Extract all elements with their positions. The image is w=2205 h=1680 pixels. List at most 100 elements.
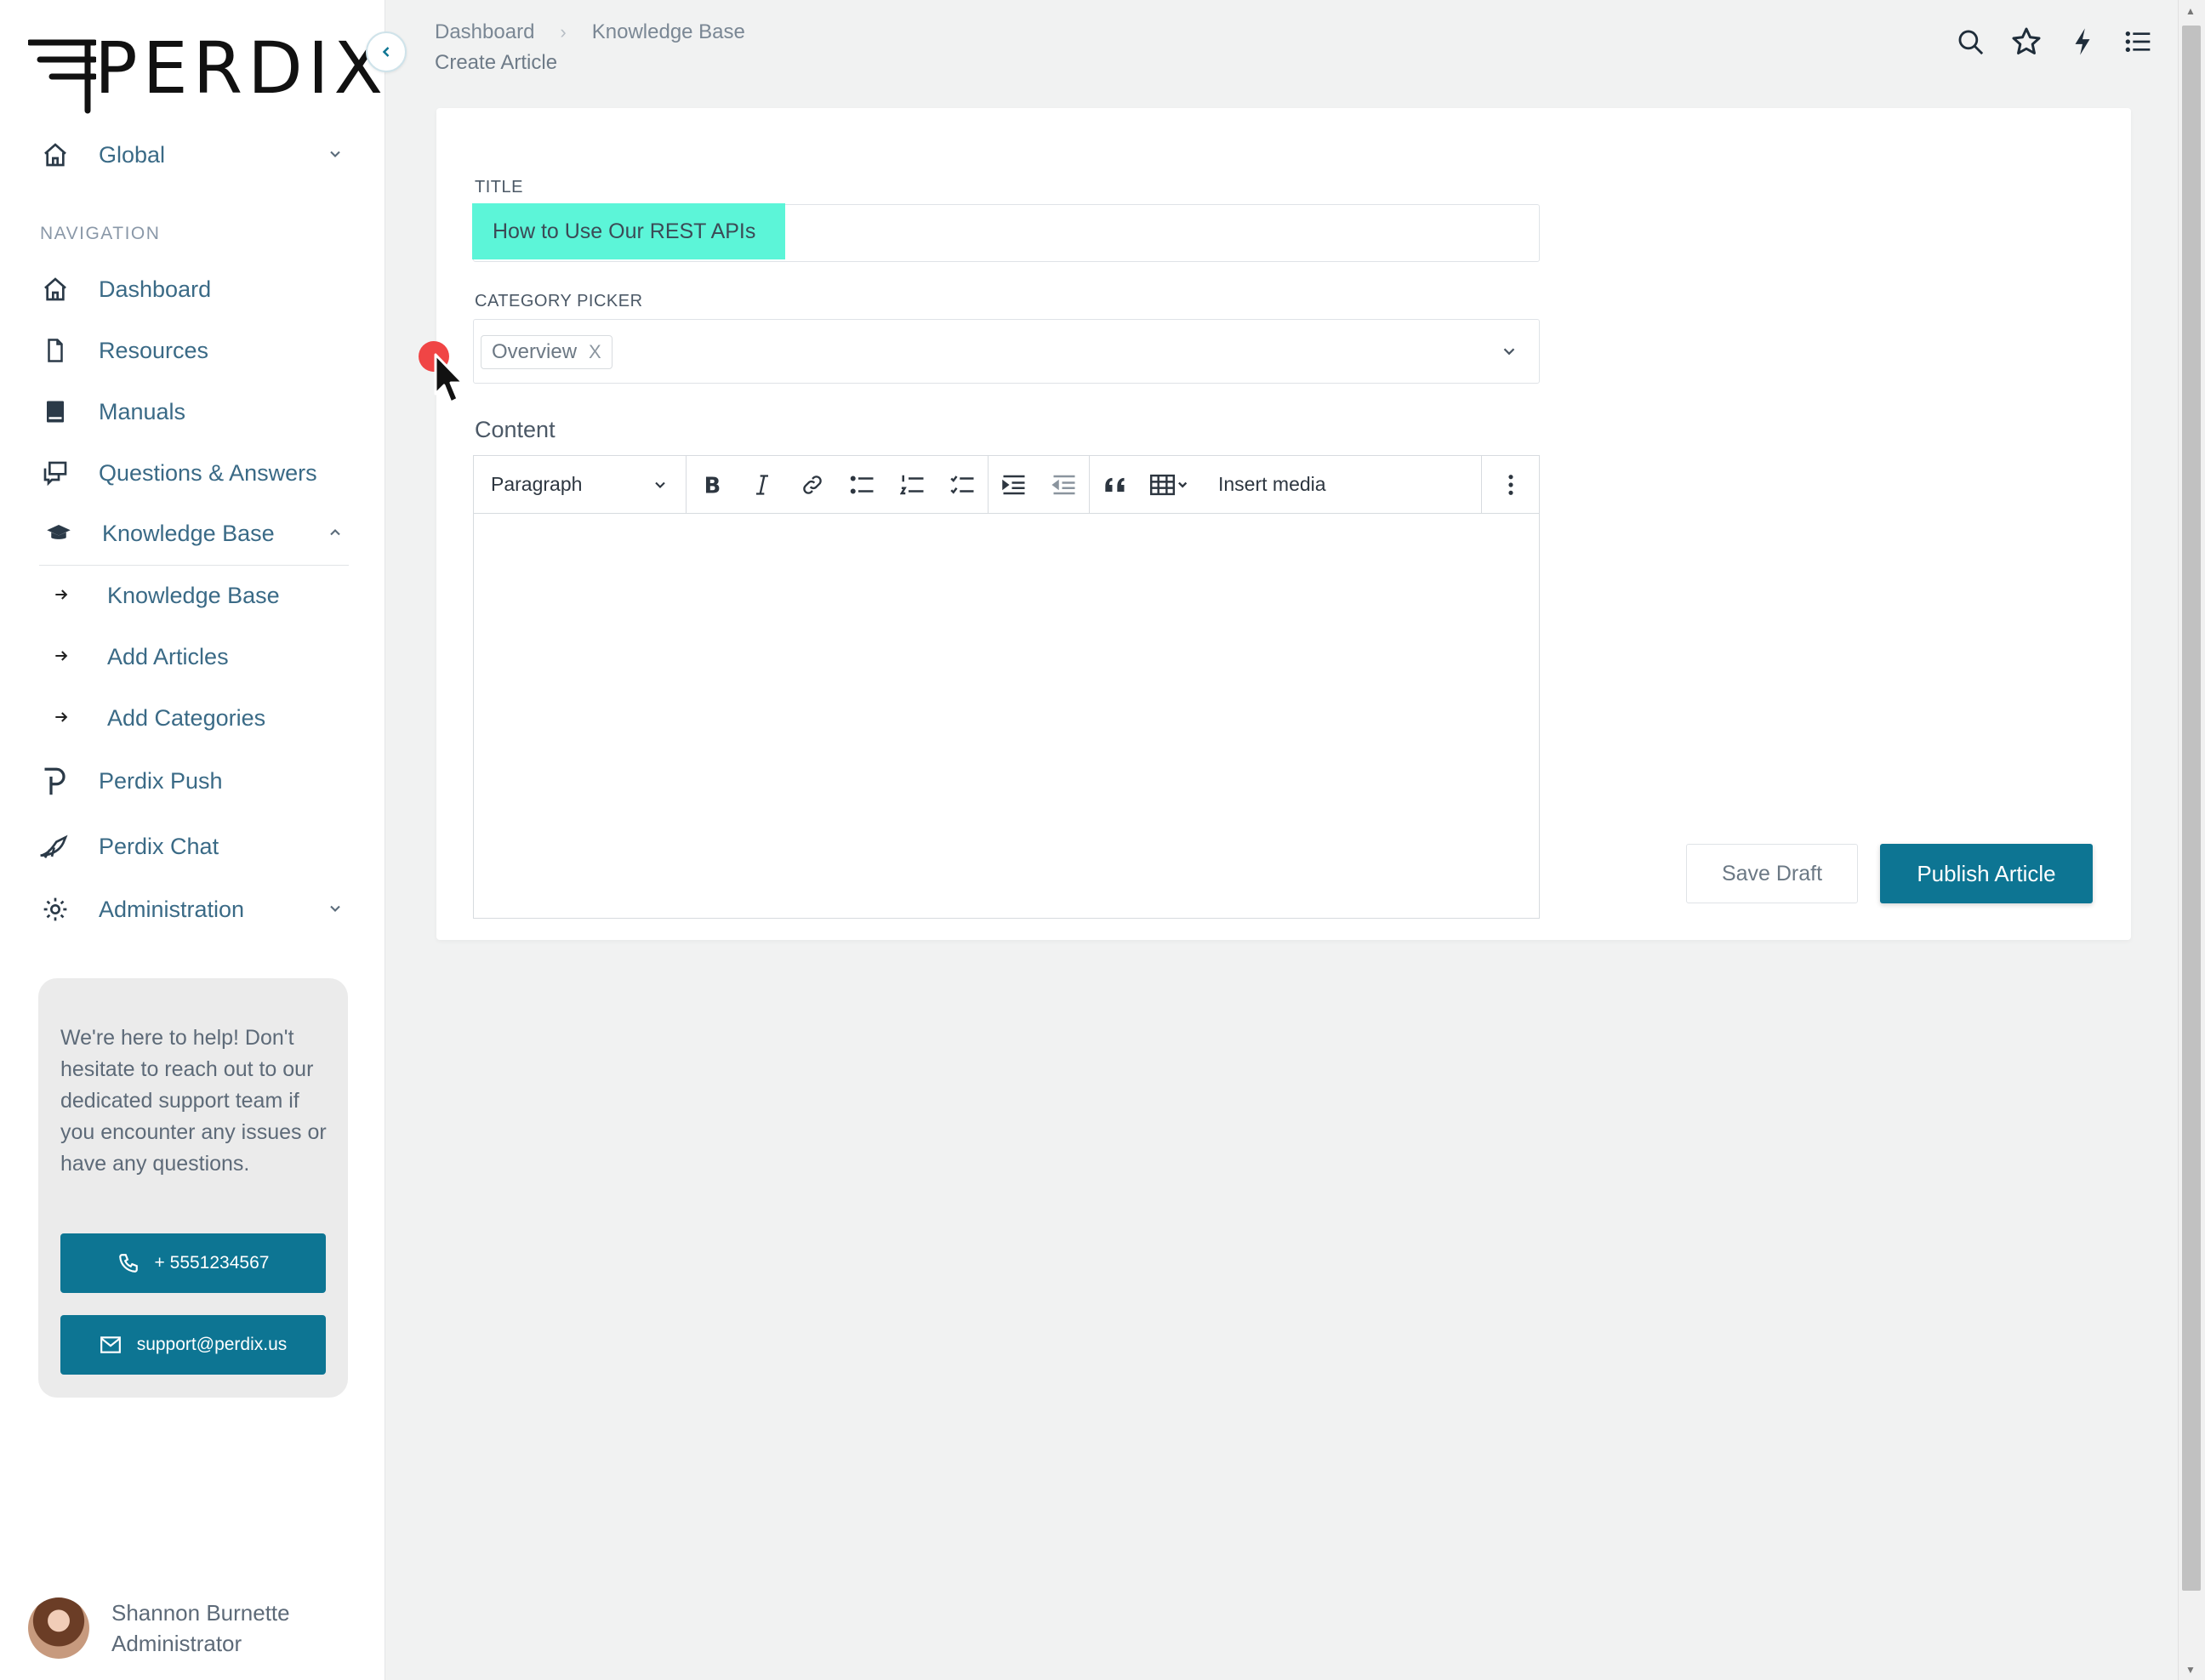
category-chip: Overview X <box>481 335 612 369</box>
sidebar-item-questions-answers[interactable]: Questions & Answers <box>37 452 317 494</box>
phone-button[interactable]: + 5551234567 <box>60 1233 326 1293</box>
global-selector[interactable]: Global <box>37 134 340 176</box>
book-icon <box>37 394 73 430</box>
sidebar-item-knowledge-base[interactable]: Knowledge Base <box>37 512 340 555</box>
title-value-selected[interactable]: How to Use Our REST APIs <box>472 203 785 259</box>
user-role: Administrator <box>111 1631 242 1656</box>
perdix-push-icon <box>37 763 73 799</box>
sidebar-item-resources[interactable]: Resources <box>37 329 208 372</box>
search-icon[interactable] <box>1955 23 1986 60</box>
home-icon <box>37 271 73 307</box>
home-icon <box>37 137 73 173</box>
sidebar-item-label: Administration <box>99 896 245 922</box>
top-toolbar <box>1955 23 2154 60</box>
sidebar-subitem-add-articles[interactable]: Add Articles <box>53 635 229 678</box>
numbered-list-icon[interactable] <box>887 456 937 514</box>
email-label: support@perdix.us <box>136 1335 288 1354</box>
sidebar-subitem-add-categories[interactable]: Add Categories <box>53 697 265 739</box>
link-icon[interactable] <box>787 456 837 514</box>
gear-icon <box>37 891 73 927</box>
scroll-up-icon[interactable]: ▲ <box>2185 5 2196 17</box>
sidebar-item-perdix-push[interactable]: Perdix Push <box>37 760 223 802</box>
sidebar: PERDIX Global NAVIGATION Dashboard Resou… <box>0 0 385 1680</box>
chat-bubbles-icon <box>37 455 73 491</box>
chevron-down-icon <box>327 897 344 923</box>
arrow-right-icon <box>53 705 78 732</box>
sidebar-collapse-button[interactable] <box>366 31 407 72</box>
nav-heading: NAVIGATION <box>40 224 161 243</box>
content-label: Content <box>475 417 556 442</box>
more-options-icon[interactable] <box>1481 456 1539 514</box>
create-article-card: TITLE How to Use Our REST APIs CATEGORY … <box>436 108 2131 940</box>
user-profile[interactable]: Shannon Burnette Administrator <box>28 1597 290 1659</box>
lightning-icon[interactable] <box>2067 23 2098 60</box>
editor-toolbar: Paragraph B Insert media <box>474 455 1539 514</box>
breadcrumb-knowledge-base[interactable]: Knowledge Base <box>592 20 745 44</box>
phone-label: + 5551234567 <box>154 1253 270 1273</box>
page-title: Create Article <box>435 51 558 74</box>
table-icon[interactable] <box>1140 456 1199 514</box>
sidebar-item-dashboard[interactable]: Dashboard <box>37 268 211 310</box>
list-icon[interactable] <box>2123 23 2154 60</box>
file-icon <box>37 333 73 368</box>
scrollbar[interactable]: ▲ ▼ <box>2178 0 2205 1680</box>
perdix-logo[interactable]: PERDIX <box>28 26 383 115</box>
blockquote-icon[interactable] <box>1090 456 1140 514</box>
arrow-right-icon <box>53 644 78 670</box>
avatar <box>28 1597 89 1659</box>
mouse-cursor-icon <box>417 334 468 415</box>
scrollbar-thumb[interactable] <box>2182 26 2201 1591</box>
sidebar-subitem-label: Add Categories <box>107 704 266 731</box>
chevron-up-icon <box>327 521 344 547</box>
sidebar-item-label: Perdix Chat <box>99 833 219 859</box>
bulleted-list-icon[interactable] <box>837 456 887 514</box>
svg-text:B: B <box>704 473 721 497</box>
outdent-icon[interactable] <box>1039 456 1089 514</box>
sidebar-item-label: Questions & Answers <box>99 459 317 486</box>
chip-remove-button[interactable]: X <box>589 341 601 363</box>
sidebar-item-label: Manuals <box>99 398 186 424</box>
logo-text: PERDIX <box>94 26 389 110</box>
help-card: We're here to help! Don't hesitate to re… <box>38 978 348 1398</box>
breadcrumb-dashboard[interactable]: Dashboard <box>435 20 534 44</box>
paragraph-label: Paragraph <box>491 473 583 495</box>
category-picker-label: CATEGORY PICKER <box>475 292 643 310</box>
arrow-right-icon <box>53 583 78 609</box>
title-input[interactable]: How to Use Our REST APIs <box>472 203 1540 262</box>
save-draft-button[interactable]: Save Draft <box>1686 844 1858 903</box>
sidebar-item-manuals[interactable]: Manuals <box>37 390 185 433</box>
content-editor[interactable]: Paragraph B Insert media <box>473 455 1540 919</box>
sidebar-item-perdix-chat[interactable]: Perdix Chat <box>37 825 219 868</box>
help-text: We're here to help! Don't hesitate to re… <box>60 1026 327 1176</box>
chevron-down-icon[interactable] <box>1500 342 1518 365</box>
todo-list-icon[interactable] <box>937 456 988 514</box>
sidebar-subitem-knowledge-base[interactable]: Knowledge Base <box>53 574 280 617</box>
global-label: Global <box>99 141 166 168</box>
bird-icon <box>37 829 73 864</box>
sidebar-item-label: Perdix Push <box>99 767 223 794</box>
indent-icon[interactable] <box>989 456 1039 514</box>
sidebar-item-administration[interactable]: Administration <box>37 888 340 931</box>
italic-icon[interactable] <box>737 456 787 514</box>
breadcrumb-separator: › <box>560 21 567 43</box>
sidebar-item-label: Resources <box>99 337 209 363</box>
publish-article-button[interactable]: Publish Article <box>1880 844 2093 903</box>
breadcrumb: Dashboard › Knowledge Base <box>435 20 745 44</box>
graduation-cap-icon <box>41 515 77 551</box>
sidebar-subitem-label: Add Articles <box>107 643 229 669</box>
insert-media-button[interactable]: Insert media <box>1199 473 1345 496</box>
category-picker[interactable]: Overview X <box>473 319 1540 384</box>
title-label: TITLE <box>475 178 523 196</box>
email-button[interactable]: support@perdix.us <box>60 1315 326 1375</box>
scroll-down-icon[interactable]: ▼ <box>2185 1664 2196 1676</box>
paragraph-select[interactable]: Paragraph <box>474 455 687 514</box>
envelope-icon <box>100 1335 122 1354</box>
star-icon[interactable] <box>2011 23 2042 60</box>
chevron-down-icon <box>327 142 344 168</box>
sidebar-item-label: Knowledge Base <box>102 520 275 546</box>
sidebar-item-label: Dashboard <box>99 276 212 302</box>
divider <box>39 565 349 566</box>
user-name: Shannon Burnette <box>111 1600 290 1626</box>
bold-icon[interactable]: B <box>687 456 737 514</box>
chevron-left-icon <box>378 43 395 60</box>
